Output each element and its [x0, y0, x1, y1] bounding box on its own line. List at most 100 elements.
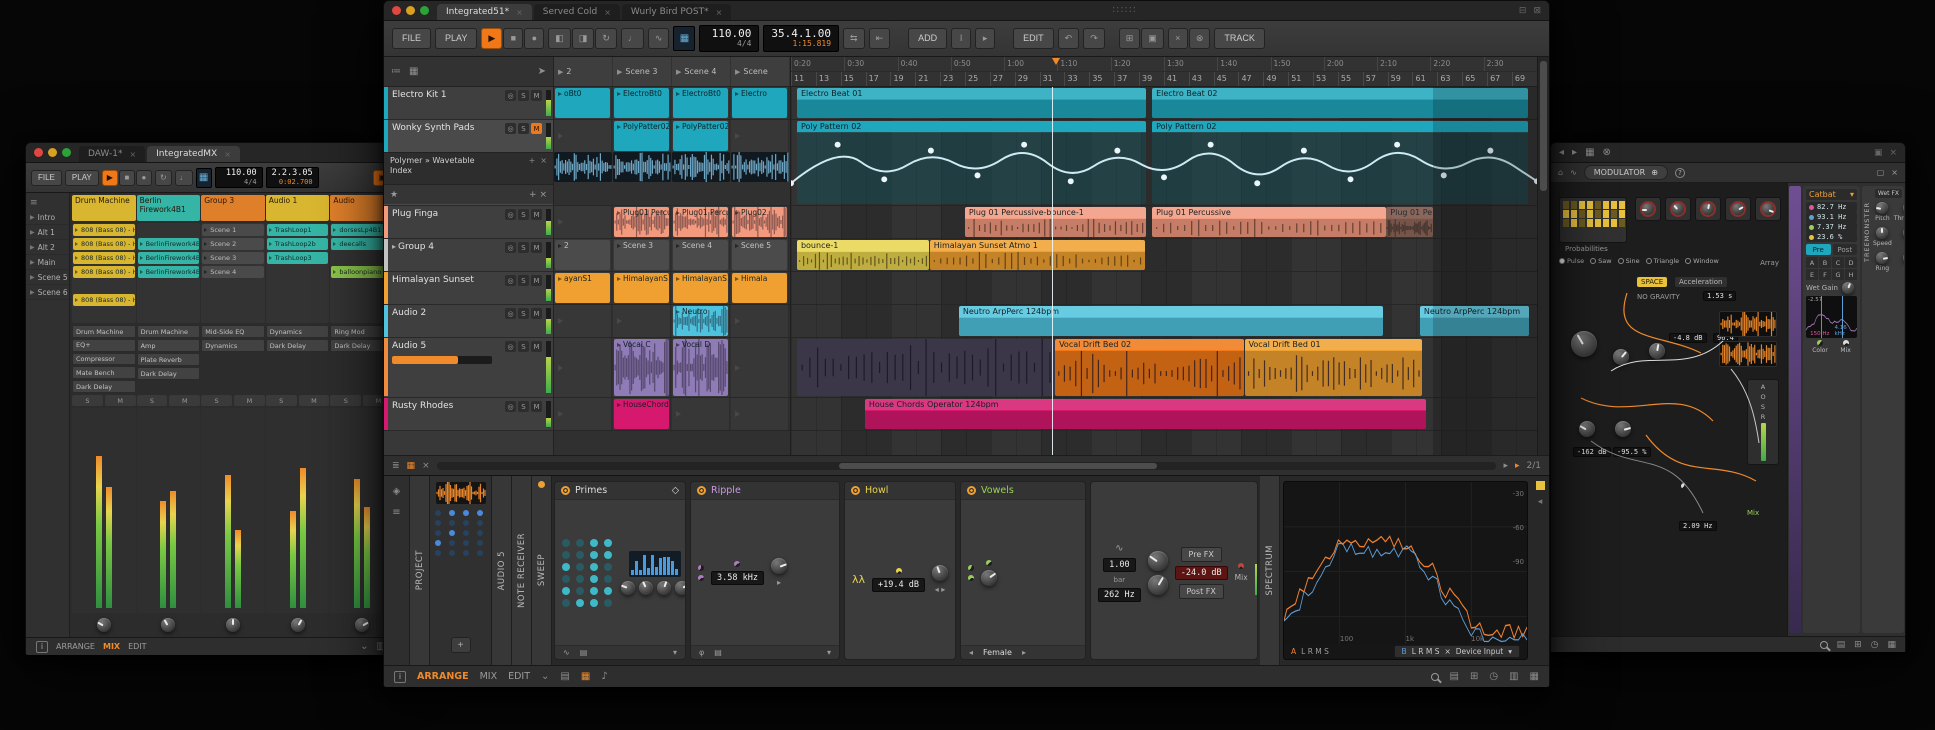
gain-value[interactable]: +19.4 dB	[872, 578, 925, 592]
clip-slot[interactable]: Plug01 Percu	[613, 206, 671, 238]
clip-slot[interactable]: Himala	[731, 272, 789, 304]
device-parameter[interactable]: 93.1 Hz	[1806, 212, 1857, 222]
device-parameter[interactable]: 82.7 Hz	[1806, 202, 1857, 212]
minimize-button[interactable]	[406, 6, 415, 15]
launcher-clip[interactable]: BerlinFirework4B01	[138, 266, 200, 278]
track-name[interactable]: Group 3	[201, 195, 265, 221]
howl-device[interactable]: Howl λλ +19.4 dB ◂ ▸	[844, 481, 956, 660]
mute-button[interactable]: M	[531, 401, 542, 412]
launcher-clip[interactable]: TrashLoop3	[267, 252, 329, 264]
launcher-clip[interactable]: Scene 4	[673, 240, 728, 270]
punch-out-icon[interactable]: ◨	[572, 28, 595, 49]
grid-icon[interactable]: ▦	[1585, 147, 1594, 158]
scene-item[interactable]: ▶Alt 1	[26, 225, 69, 240]
launcher-clip[interactable]: TrashLoop2b	[267, 238, 329, 250]
tab-close-icon[interactable]: ×	[224, 150, 231, 159]
launcher-clip[interactable]: BerlinFirework4B01	[138, 252, 200, 264]
arranger-clip[interactable]: Plug 01 Pe	[1386, 207, 1432, 237]
mini-knob[interactable]	[621, 581, 635, 595]
document-tab[interactable]: DAW-1*×	[79, 146, 145, 162]
arranger-clip[interactable]: Himalayan Sunset Atmo 1	[930, 240, 1145, 270]
device-chip[interactable]: Dynamics	[201, 339, 265, 352]
position-display[interactable]: 35.4.1.00 1:15.819	[763, 25, 839, 52]
track-name[interactable]: Berlin Firework4B1	[137, 195, 201, 221]
grid-module[interactable]	[1725, 197, 1751, 221]
wave-option-window[interactable]: Window	[1685, 257, 1719, 265]
arranger-clip[interactable]: Electro Beat 02	[1152, 88, 1528, 118]
document-tab[interactable]: IntegratedMX×	[147, 146, 240, 162]
arranger-timeline[interactable]: 0:200:300:400:501:001:101:201:301:401:50…	[791, 57, 1537, 455]
info-icon[interactable]: i	[36, 641, 48, 653]
mute-button[interactable]: M	[105, 395, 136, 406]
clock-icon[interactable]: ◷	[1489, 671, 1498, 682]
scene-play-icon[interactable]: ▶	[617, 68, 622, 76]
treemonster-knob-speed[interactable]: Speed	[1873, 227, 1892, 247]
grid-module[interactable]	[1665, 197, 1691, 221]
clip-slot[interactable]: 2	[554, 239, 612, 271]
search-icon[interactable]	[1820, 641, 1828, 649]
record-arm-button[interactable]: ◎	[505, 209, 516, 220]
wave-option-sine[interactable]: Sine	[1618, 257, 1640, 265]
punch-in-icon[interactable]: ◧	[548, 28, 571, 49]
input-selector[interactable]: B L R M S × Device Input ▾	[1394, 645, 1520, 658]
morph-knob[interactable]	[986, 560, 992, 566]
lfo-rate-value[interactable]: 1.00	[1103, 558, 1135, 572]
tempo-display[interactable]: 110.00 4/4	[215, 167, 263, 188]
grid-patch-canvas[interactable]: ProbabilitiesPulseSawSineTriangleWindowA…	[1551, 183, 1787, 636]
clip-slot[interactable]: Vocal C	[613, 338, 671, 397]
expand-icon[interactable]: ⊠	[1533, 6, 1541, 16]
browser-icon[interactable]: ▤	[1837, 640, 1846, 650]
mix-knob[interactable]	[1238, 563, 1244, 569]
clip-slot[interactable]: PolyPatter02	[613, 120, 671, 152]
view-mix-button[interactable]: MIX	[103, 642, 120, 651]
wave-option-pulse[interactable]: Pulse	[1559, 257, 1584, 265]
document-tab[interactable]: Integrated51*×	[437, 4, 532, 20]
follow-playhead-icon[interactable]: ⇤	[869, 28, 891, 49]
scene-header[interactable]: ▶Scene 4	[672, 57, 730, 86]
mini-knob[interactable]	[675, 581, 686, 595]
lfo-icon[interactable]: ∿	[563, 648, 570, 657]
record-arm-button[interactable]: ◎	[505, 275, 516, 286]
scene-play-icon[interactable]: ▶	[30, 289, 35, 296]
nav-icon[interactable]: ▸	[777, 578, 781, 587]
clip-slot[interactable]	[731, 398, 789, 430]
undo-icon[interactable]: ↶	[1058, 28, 1080, 49]
tab-close-icon[interactable]: ×	[516, 8, 523, 17]
record-arm-button[interactable]: ◎	[505, 401, 516, 412]
clip-slot[interactable]: Vocal D	[672, 338, 730, 397]
forward-icon[interactable]: ▸	[1572, 147, 1577, 158]
view-mix-button[interactable]: MIX	[480, 671, 498, 682]
favorites-row[interactable]: ★+ ×	[384, 184, 553, 204]
chevron-down-icon[interactable]: ▾	[1850, 190, 1854, 199]
arranger-clip[interactable]: Plug 01 Percussive-bounce-1	[965, 207, 1146, 237]
wave-icon[interactable]: ∿	[1570, 168, 1577, 177]
track-header[interactable]: Audio 2◎SM	[384, 305, 553, 338]
close-button[interactable]	[392, 6, 401, 15]
wave-option-saw[interactable]: Saw	[1590, 257, 1611, 265]
launcher-clip[interactable]: Plug02	[732, 207, 787, 237]
scene-play-icon[interactable]: ▶	[735, 68, 740, 76]
launcher-clip[interactable]: Scene 1	[202, 224, 264, 236]
device-chip[interactable]: Drum Machine	[72, 325, 136, 338]
vowel-x-knob[interactable]	[968, 565, 974, 571]
solo-button[interactable]: S	[330, 395, 361, 406]
space-chip[interactable]: SPACE	[1637, 277, 1667, 287]
arranger-toggle-icon[interactable]: ▦	[407, 461, 416, 471]
clip-slot[interactable]	[554, 398, 612, 430]
device-parameter[interactable]: 23.6 %	[1806, 232, 1857, 242]
help-icon[interactable]: ?	[1675, 168, 1685, 178]
cutoff-value[interactable]: 3.58 kHz	[711, 571, 764, 585]
preset-letter[interactable]: F	[1819, 269, 1831, 280]
scene-item[interactable]: ▶Intro	[26, 210, 69, 225]
tab-sweep[interactable]: SWEEP	[532, 476, 552, 665]
automation-write-icon[interactable]: ∿	[648, 28, 670, 49]
preset-letter[interactable]: C	[1832, 257, 1844, 268]
grid-knob[interactable]	[1571, 331, 1597, 357]
mini-knob[interactable]	[639, 581, 653, 595]
arranger-clip[interactable]: Electro Beat 01	[797, 88, 1146, 118]
device-thumbnail[interactable]	[1789, 186, 1801, 633]
insert-icon[interactable]: I	[951, 28, 971, 49]
wet-fx-chip[interactable]: Wet FX	[1875, 189, 1902, 198]
launcher-clip[interactable]: oBt0	[555, 88, 610, 118]
device-chip[interactable]: Compressor	[72, 353, 136, 366]
